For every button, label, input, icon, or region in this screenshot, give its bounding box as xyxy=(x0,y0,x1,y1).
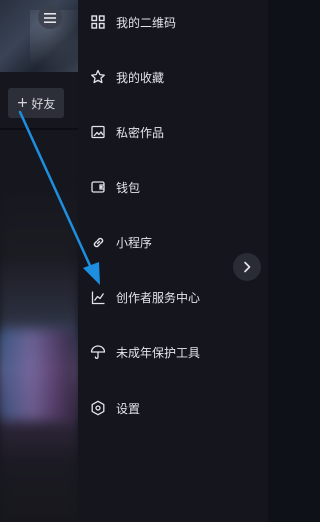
drawer-item-minor-protection[interactable]: 未成年保护工具 xyxy=(78,332,268,372)
drawer-item-label: 我的二维码 xyxy=(116,15,177,30)
drawer-item-settings[interactable]: 设置 xyxy=(78,388,268,428)
drawer-item-label: 我的收藏 xyxy=(116,70,165,85)
chart-line-icon xyxy=(90,289,106,305)
drawer-item-qr-code[interactable]: 我的二维码 xyxy=(78,2,268,42)
hamburger-icon xyxy=(44,8,56,27)
drawer-item-label: 创作者服务中心 xyxy=(116,290,201,305)
drawer-item-wallet[interactable]: 钱包 xyxy=(78,167,268,207)
add-friend-label: 好友 xyxy=(31,96,56,111)
expand-drawer-button[interactable] xyxy=(233,253,261,281)
add-friend-button[interactable]: + 好友 xyxy=(8,88,64,118)
blurred-thumbnail xyxy=(0,330,78,420)
qr-code-icon xyxy=(90,14,106,30)
drawer-item-label: 小程序 xyxy=(116,235,153,250)
drawer-item-label: 未成年保护工具 xyxy=(116,345,201,360)
drawer-item-label: 钱包 xyxy=(116,180,141,195)
drawer-item-label: 私密作品 xyxy=(116,125,165,140)
wallet-icon xyxy=(90,179,106,195)
private-works-icon xyxy=(90,124,106,140)
menu-button[interactable] xyxy=(38,5,62,29)
star-icon xyxy=(90,69,106,85)
profile-page-background: + 好友 xyxy=(0,0,78,522)
drawer-item-private-works[interactable]: 私密作品 xyxy=(78,112,268,152)
settings-hexagon-icon xyxy=(90,400,106,416)
umbrella-icon xyxy=(90,344,106,360)
link-icon xyxy=(90,234,106,250)
divider xyxy=(0,128,78,130)
chevron-right-icon xyxy=(242,258,252,277)
plus-icon: + xyxy=(16,95,29,111)
drawer-item-favorites[interactable]: 我的收藏 xyxy=(78,57,268,97)
drawer-item-label: 设置 xyxy=(116,401,141,416)
drawer-item-creator-center[interactable]: 创作者服务中心 xyxy=(78,277,268,317)
